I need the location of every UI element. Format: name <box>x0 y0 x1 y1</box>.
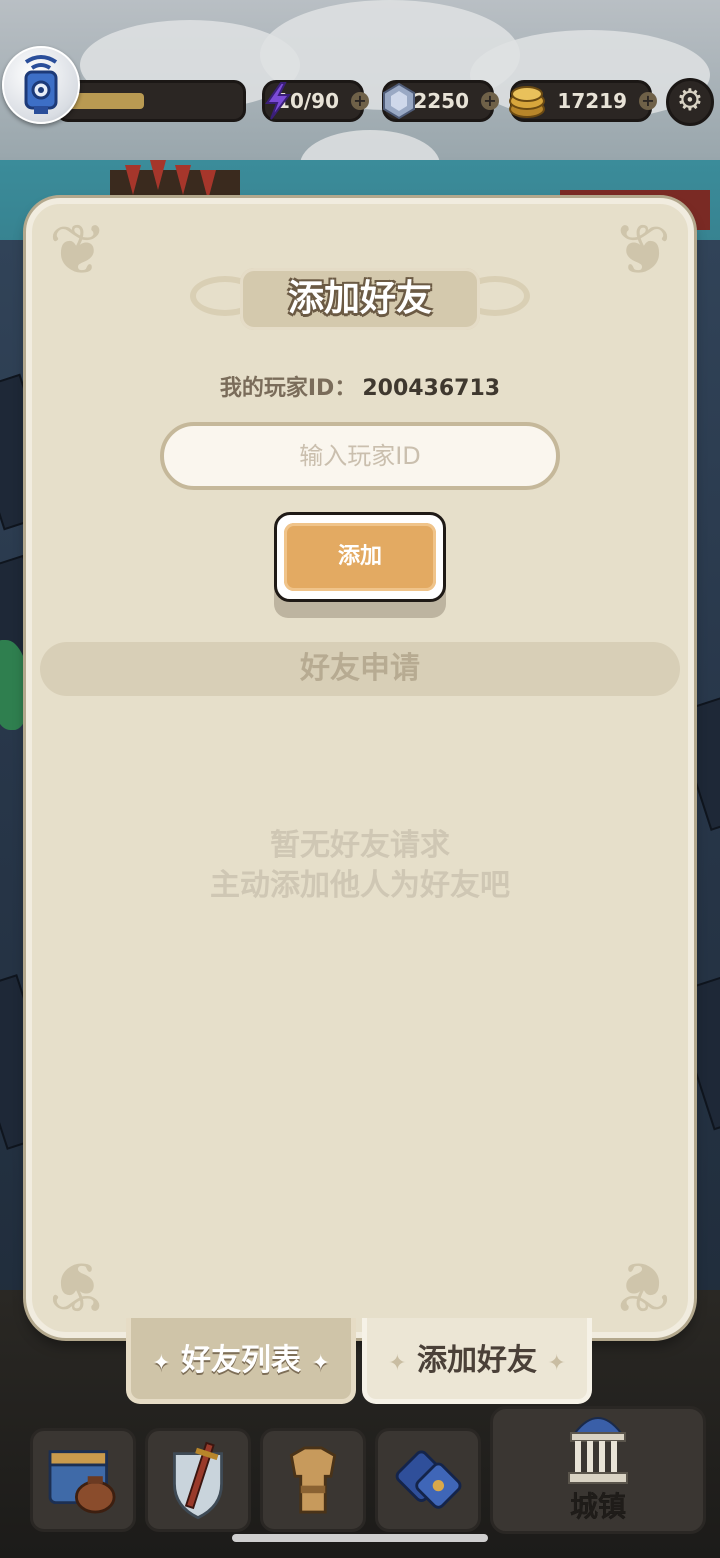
my-id-label: 我的玩家ID： <box>219 376 357 401</box>
friend-requests-header: 好友申请 <box>40 642 680 696</box>
my-id-value[interactable]: 200436713 <box>362 376 500 401</box>
gem-icon <box>383 82 415 120</box>
nav-skills-button[interactable] <box>375 1428 481 1532</box>
armor-icon <box>289 1446 337 1514</box>
corner-ornament-icon: ❦ <box>48 1245 108 1327</box>
gold-value: 17219 <box>557 89 627 113</box>
tab-deco-right-icon: ✦ <box>547 1351 566 1376</box>
gem-plus-button[interactable]: + <box>481 92 499 110</box>
chest-bag-icon <box>48 1450 116 1514</box>
nav-town-label: 城镇 <box>569 1490 626 1523</box>
nav-shop-button[interactable] <box>30 1428 136 1532</box>
coin-stack-icon <box>509 86 545 118</box>
nav-town-button[interactable]: 城镇 <box>490 1406 706 1534</box>
gem-value: 2250 <box>413 89 469 113</box>
dialog-title: 添加好友 <box>287 278 432 319</box>
energy-counter[interactable]: 10/90 + <box>262 80 369 122</box>
add-friend-dialog <box>26 198 694 1338</box>
empty-line-1: 暂无好友请求 <box>270 828 450 863</box>
empty-requests-message: 暂无好友请求 主动添加他人为好友吧 <box>0 826 720 906</box>
nav-equipment-button[interactable] <box>145 1428 251 1532</box>
tab-deco-right-icon: ✦ <box>311 1351 330 1376</box>
xp-bar <box>56 80 246 122</box>
corner-ornament-icon: ❦ <box>612 1245 672 1327</box>
gold-counter[interactable]: 17219 + <box>509 80 657 122</box>
corner-ornament-icon: ❦ <box>48 209 108 291</box>
tab-friend-list-label: 好友列表 <box>181 1343 301 1378</box>
lightning-icon <box>265 82 291 120</box>
gem-counter[interactable]: 2250 + <box>382 80 499 122</box>
player-id-input[interactable] <box>160 422 560 490</box>
gold-plus-button[interactable]: + <box>639 92 657 110</box>
rune-dice-icon <box>395 1450 462 1509</box>
tab-deco-left-icon: ✦ <box>388 1351 407 1376</box>
corner-ornament-icon: ❦ <box>612 209 672 291</box>
shield-sword-icon <box>173 1441 223 1520</box>
avatar-icon <box>24 55 58 114</box>
tab-deco-left-icon: ✦ <box>152 1351 171 1376</box>
tab-add-friend[interactable]: ✦ 添加好友 ✦ <box>362 1318 592 1404</box>
add-button[interactable]: 添加 <box>274 512 446 602</box>
add-button-label: 添加 <box>284 523 436 591</box>
energy-plus-button[interactable]: + <box>351 92 369 110</box>
tab-add-friend-label: 添加好友 <box>417 1343 537 1378</box>
empty-line-2: 主动添加他人为好友吧 <box>210 868 510 903</box>
gear-icon: ⚙ <box>676 83 704 118</box>
tab-friend-list[interactable]: ✦ 好友列表 ✦ <box>126 1318 356 1404</box>
settings-button[interactable]: ⚙ <box>666 78 714 126</box>
home-indicator[interactable] <box>232 1534 488 1542</box>
nav-armor-button[interactable] <box>260 1428 366 1532</box>
my-player-id: 我的玩家ID： 200436713 <box>0 370 720 402</box>
player-avatar[interactable] <box>2 46 80 124</box>
town-hall-icon <box>568 1417 628 1484</box>
